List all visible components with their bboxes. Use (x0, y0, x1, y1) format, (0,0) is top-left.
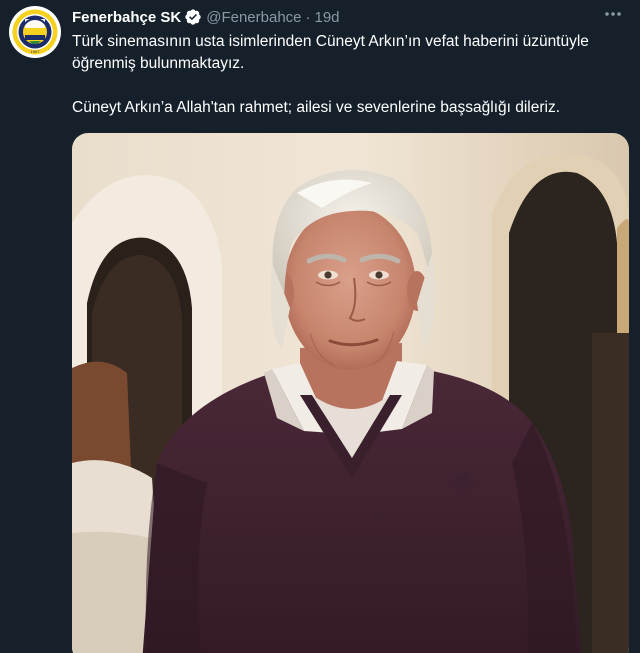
more-options-icon[interactable] (600, 4, 626, 24)
timestamp[interactable]: 19d (315, 9, 340, 26)
tweet-header: Fenerbahçe SK @Fenerbahce · 19d (72, 6, 340, 28)
verified-badge-icon (184, 8, 202, 26)
tweet-photo[interactable] (72, 133, 629, 653)
avatar[interactable]: 1907 (9, 6, 61, 58)
fenerbahce-logo: 1907 (10, 7, 60, 57)
tweet-paragraph: Türk sinemasının usta isimlerinden Cüney… (72, 33, 589, 72)
tweet: 1907 Fenerbahçe SK @Fenerbahce · 19d Tür… (0, 0, 640, 653)
tweet-text: Türk sinemasının usta isimlerinden Cüney… (72, 31, 628, 119)
separator-dot: · (305, 8, 311, 26)
tweet-paragraph: Cüneyt Arkın’a Allah'tan rahmet; ailesi … (72, 99, 561, 116)
portrait-photo (72, 133, 629, 653)
user-handle[interactable]: @Fenerbahce (206, 9, 301, 26)
logo-year: 1907 (31, 49, 41, 54)
display-name[interactable]: Fenerbahçe SK (72, 9, 181, 26)
